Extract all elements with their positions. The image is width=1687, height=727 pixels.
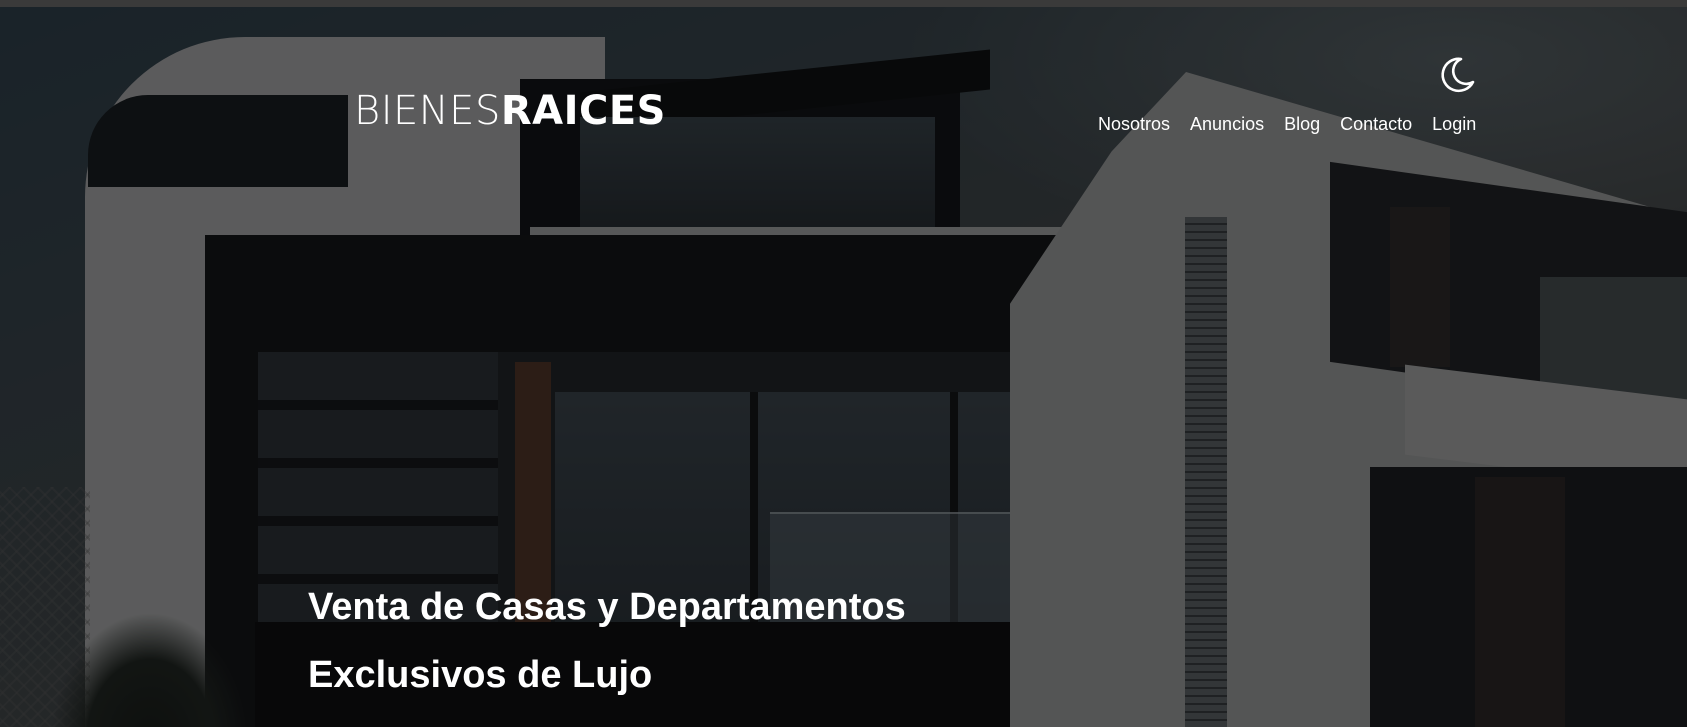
moon-icon (1441, 57, 1475, 93)
hero-title: Venta de Casas y Departamentos Exclusivo… (308, 573, 948, 709)
main-navigation: Nosotros Anuncios Blog Contacto Login (1098, 113, 1476, 135)
dark-mode-toggle[interactable] (1437, 55, 1477, 95)
browser-top-strip (0, 0, 1687, 7)
logo-text-bold: RAICES (500, 88, 666, 134)
nav-link-login[interactable]: Login (1432, 113, 1476, 135)
site-logo[interactable]: BIENESRAICES (354, 91, 666, 131)
hero-title-line-1: Venta de Casas y Departamentos (308, 586, 906, 628)
logo-text-light: BIENES (354, 88, 501, 134)
hero-title-line-2: Exclusivos de Lujo (308, 654, 653, 696)
nav-link-blog[interactable]: Blog (1284, 113, 1320, 135)
nav-link-anuncios[interactable]: Anuncios (1190, 113, 1264, 135)
nav-link-nosotros[interactable]: Nosotros (1098, 113, 1170, 135)
nav-link-contacto[interactable]: Contacto (1340, 113, 1412, 135)
hero-header: BIENESRAICES Nosotros Anuncios Blog Cont… (0, 7, 1687, 727)
